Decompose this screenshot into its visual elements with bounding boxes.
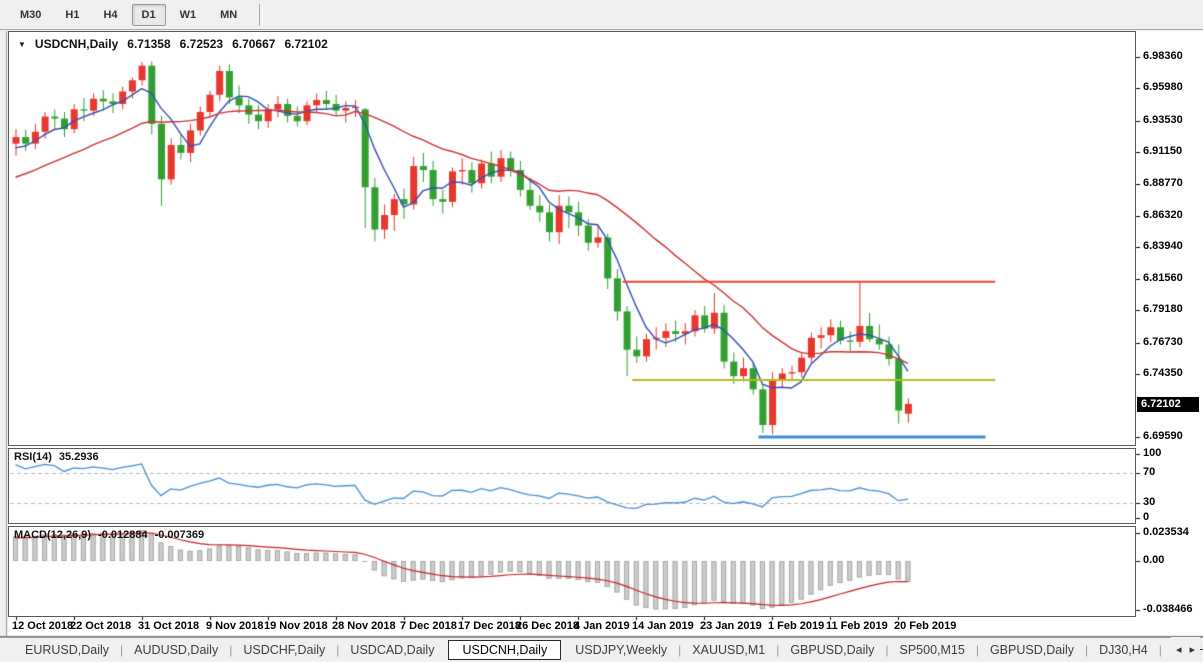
- macd-main-value: -0.012884: [98, 529, 148, 541]
- timeframe-button-m30[interactable]: M30: [10, 4, 51, 26]
- tab-audusd-daily[interactable]: AUDUSD,Daily: [123, 640, 229, 660]
- date-axis-label: 7 Dec 2018: [400, 620, 457, 632]
- macd-axis-label: 0.00: [1143, 554, 1165, 566]
- rsi-axis-label: 0: [1143, 511, 1150, 523]
- rsi-axis-label: 70: [1143, 466, 1156, 478]
- price-axis-label: 6.86320: [1143, 209, 1183, 221]
- timeframe-button-mn[interactable]: MN: [210, 4, 247, 26]
- tab-usdjpy-weekly[interactable]: USDJPY,Weekly: [564, 640, 678, 660]
- timeframe-button-w1[interactable]: W1: [170, 4, 207, 26]
- price-axis-label: 6.79180: [1143, 303, 1183, 315]
- macd-signal-value: -0.007369: [154, 529, 205, 541]
- tab-xauusd-m1[interactable]: XAUUSD,M1: [681, 640, 776, 660]
- tab-usdcad-daily[interactable]: USDCAD,Daily: [339, 640, 445, 660]
- price-axis-label: 6.69590: [1143, 430, 1183, 442]
- macd-axis-label: -0.038466: [1143, 603, 1193, 615]
- timeframe-button-h4[interactable]: H4: [93, 4, 127, 26]
- date-axis-label: 20 Feb 2019: [894, 620, 957, 632]
- scroll-left-icon[interactable]: ◂: [1176, 643, 1182, 656]
- date-axis-label: 14 Jan 2019: [632, 620, 694, 632]
- tab-usdchf-daily[interactable]: USDCHF,Daily: [232, 640, 336, 660]
- tab-gbpusd-daily[interactable]: GBPUSD,Daily: [979, 640, 1085, 660]
- timeframe-toolbar: M30 H1 H4 D1 W1 MN: [0, 0, 1203, 30]
- price-axis-label: 6.91150: [1143, 145, 1183, 157]
- timeframe-button-d1[interactable]: D1: [131, 3, 166, 26]
- date-axis-label: 12 Oct 2018: [12, 620, 74, 632]
- ohlc-close: 6.72102: [284, 37, 328, 51]
- toolbar-separator: [259, 3, 264, 26]
- macd-name: MACD(12,26,9): [14, 529, 92, 541]
- price-axis-label: 6.93530: [1143, 114, 1183, 126]
- tab-usdcnh-daily[interactable]: USDCNH,Daily: [448, 640, 562, 660]
- symbol-title: USDCNH,Daily: [34, 37, 119, 51]
- rsi-value: 35.2936: [58, 451, 99, 463]
- tab-dj30-h4[interactable]: DJ30,H4: [1088, 640, 1159, 660]
- rsi-name: RSI(14): [14, 451, 52, 463]
- price-axis-label: 6.76730: [1143, 336, 1183, 348]
- tab-eurusd-daily[interactable]: EURUSD,Daily: [14, 640, 120, 660]
- price-axis-label: 6.81560: [1143, 272, 1183, 284]
- ohlc-high: 6.72523: [179, 37, 224, 51]
- date-axis-label: 26 Dec 2018: [516, 620, 579, 632]
- price-axis-label: 6.83940: [1143, 240, 1183, 252]
- date-axis-label: 23 Jan 2019: [700, 620, 762, 632]
- date-axis-label: 19 Nov 2018: [264, 620, 328, 632]
- date-axis-label: 11 Feb 2019: [826, 620, 888, 632]
- date-axis-label: 28 Nov 2018: [332, 620, 396, 632]
- rsi-axis-label: 100: [1143, 447, 1162, 459]
- tab-sp500-m15[interactable]: SP500,M15: [889, 640, 976, 660]
- price-axis-label: 6.95980: [1143, 81, 1183, 93]
- ohlc-open: 6.71358: [127, 37, 171, 51]
- rsi-axis-label: 30: [1143, 496, 1156, 508]
- date-axis-label: 17 Dec 2018: [458, 620, 521, 632]
- price-axis-label: 6.74350: [1143, 367, 1183, 379]
- tab-gbpusd-daily[interactable]: GBPUSD,Daily: [779, 640, 885, 660]
- chevron-down-icon[interactable]: ▼: [18, 40, 26, 49]
- chart-canvas[interactable]: [0, 0, 1203, 662]
- price-axis-label: 6.88770: [1143, 177, 1183, 189]
- date-axis-label: 22 Oct 2018: [70, 620, 132, 632]
- timeframe-button-h1[interactable]: H1: [55, 4, 89, 26]
- scroll-right-icon[interactable]: ▸: [1189, 643, 1195, 656]
- date-axis-label: 9 Nov 2018: [206, 620, 264, 632]
- date-axis-label: 4 Jan 2019: [574, 620, 630, 632]
- macd-label: MACD(12,26,9) -0.012884 -0.007369: [14, 529, 204, 541]
- rsi-label: RSI(14) 35.2936: [14, 451, 99, 463]
- timeframe-buttons: M30 H1 H4 D1 W1 MN: [10, 3, 251, 26]
- ohlc-low: 6.70667: [232, 37, 276, 51]
- macd-axis-label: 0.023534: [1143, 526, 1189, 538]
- date-axis-label: 1 Feb 2019: [768, 620, 825, 632]
- date-axis-label: 31 Oct 2018: [138, 620, 200, 632]
- terminal-window: M30 H1 H4 D1 W1 MN ▼ USDCNH,Daily 6.71358 6.7…: [0, 0, 1203, 662]
- symbol-tabbar: EURUSD,Daily | AUDUSD,Daily | USDCHF,Daily | U…: [0, 637, 1203, 662]
- price-axis-label: 6.98360: [1143, 50, 1183, 62]
- tab-scroll-arrows: ◂ ▸: [1170, 637, 1200, 662]
- current-price-badge: 6.72102: [1137, 397, 1199, 412]
- chart-header: ▼ USDCNH,Daily 6.71358 6.72523 6.70667 6…: [18, 37, 328, 51]
